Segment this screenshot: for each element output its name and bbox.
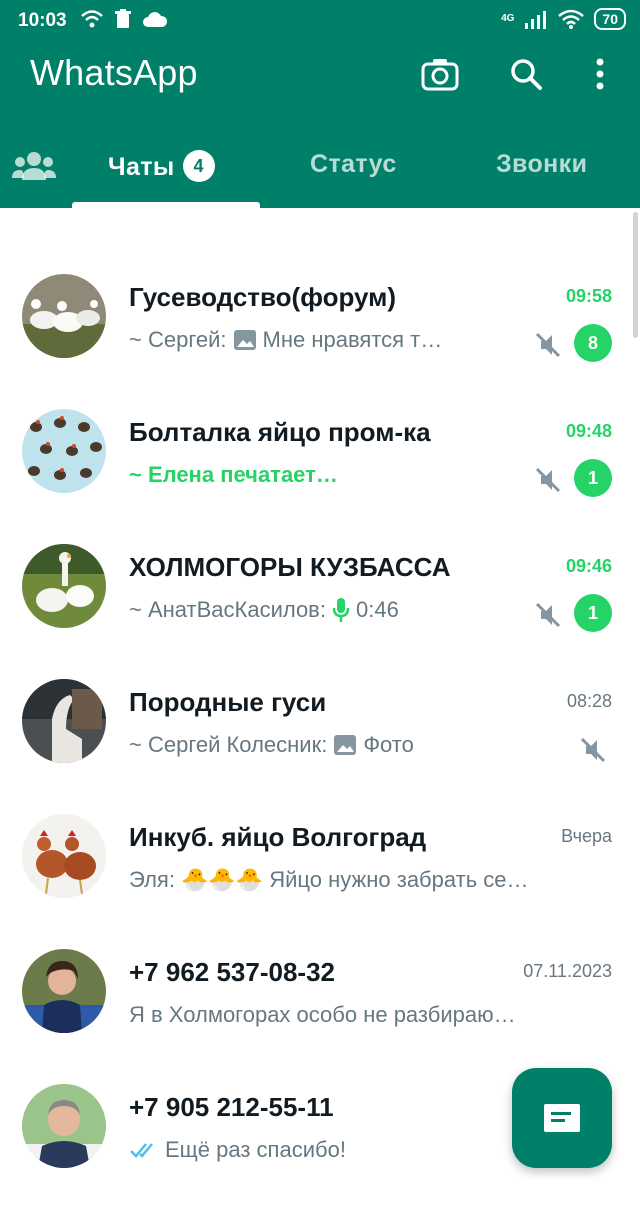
preview-text: Мне нравятся т… <box>262 327 443 352</box>
avatar <box>22 544 106 628</box>
preview-sender: Эля: <box>129 867 175 892</box>
chat-row[interactable]: Инкуб. яйцо Волгоград Вчера Эля: 🐣🐣🐣 Яйц… <box>0 800 640 935</box>
image-icon <box>233 330 256 350</box>
cloud-icon <box>143 12 168 27</box>
double-check-icon <box>130 1143 153 1158</box>
avatar <box>22 814 106 898</box>
active-tab-indicator <box>72 202 260 208</box>
chat-time: Вчера <box>561 826 612 846</box>
avatar <box>22 409 106 493</box>
tab-calls[interactable]: Звонки <box>496 150 587 179</box>
chat-time: 09:58 <box>565 286 612 306</box>
unread-count-badge: 8 <box>574 324 612 362</box>
chat-row[interactable]: ХОЛМОГОРЫ КУЗБАССА 09:46 ~ АнатВасКасило… <box>0 530 640 665</box>
muted-icon <box>535 467 561 493</box>
preview-text: 🐣🐣🐣 Яйцо нужно забрать се… <box>180 867 529 892</box>
chat-name: Гусеводство(форум) <box>129 282 397 312</box>
signal-icon <box>525 11 547 29</box>
tab-chats[interactable]: Чаты 4 <box>108 150 215 182</box>
preview-text: ~ Елена печатает… <box>129 462 338 487</box>
search-icon <box>511 59 542 90</box>
chat-preview: ~ Елена печатает… <box>129 462 338 488</box>
battery-indicator: 70 <box>594 8 626 30</box>
chat-time: 09:48 <box>565 421 612 441</box>
trash-icon <box>115 9 131 28</box>
avatar <box>22 679 106 763</box>
wifi-icon <box>558 9 585 29</box>
muted-icon <box>535 602 561 628</box>
chat-name: ХОЛМОГОРЫ КУЗБАССА <box>129 552 451 582</box>
chat-name: +7 962 537-08-32 <box>129 957 336 987</box>
chat-name: Инкуб. яйцо Волгоград <box>129 822 427 852</box>
avatar <box>22 1084 106 1168</box>
chat-name: Болталка яйцо пром-ка <box>129 417 431 447</box>
muted-icon <box>535 332 561 358</box>
preview-text: Я в Холмогорах особо не разбираю… <box>129 1002 516 1027</box>
status-bar: 10:03 4G 70 <box>0 0 640 44</box>
chat-time: 07.11.2023 <box>523 961 612 981</box>
status-time: 10:03 <box>18 10 67 31</box>
chat-preview: Ещё раз спасибо! <box>129 1137 346 1163</box>
chat-name: Породные гуси <box>129 687 327 717</box>
app-title: WhatsApp <box>30 52 198 93</box>
preview-sender: ~ Сергей: <box>129 327 227 352</box>
unread-count-badge: 1 <box>574 594 612 632</box>
avatar <box>22 274 106 358</box>
tab-status[interactable]: Статус <box>310 150 397 179</box>
camera-button[interactable] <box>420 54 460 94</box>
preview-text: Ещё раз спасибо! <box>165 1137 346 1162</box>
camera-icon <box>421 59 459 91</box>
preview-sender: ~ АнатВасКасилов: <box>129 597 326 622</box>
chat-preview: Я в Холмогорах особо не разбираю… <box>129 1002 516 1028</box>
network-type: 4G <box>501 13 515 24</box>
tab-chats-label: Чаты <box>108 153 175 181</box>
avatar <box>22 949 106 1033</box>
new-chat-icon <box>544 1104 580 1132</box>
chat-preview: ~ АнатВасКасилов: 0:46 <box>129 597 399 623</box>
wifi-call-icon <box>81 10 103 28</box>
chat-time: 09:46 <box>565 556 612 576</box>
unread-count-badge: 1 <box>574 459 612 497</box>
chat-preview: ~ Сергей Колесник: Фото <box>129 732 414 758</box>
new-chat-button[interactable] <box>512 1068 612 1168</box>
tab-communities[interactable] <box>12 150 56 185</box>
chat-row[interactable]: +7 962 537-08-32 07.11.2023 Я в Холмогор… <box>0 935 640 1070</box>
preview-text: Фото <box>363 732 414 757</box>
search-button[interactable] <box>506 54 546 94</box>
chat-row[interactable]: Болталка яйцо пром-ка 09:48 ~ Елена печа… <box>0 395 640 530</box>
muted-icon <box>580 737 606 763</box>
chat-row[interactable]: Гусеводство(форум) 09:58 ~ Сергей: Мне н… <box>0 260 640 395</box>
preview-text: 0:46 <box>355 597 399 622</box>
chat-time: 08:28 <box>566 691 612 711</box>
more-options-button[interactable] <box>580 54 620 94</box>
tab-bar: Чаты 4 Статус Звонки <box>0 140 640 208</box>
tab-chats-badge: 4 <box>182 150 215 182</box>
preview-sender: ~ Сергей Колесник: <box>129 732 328 757</box>
image-icon <box>334 735 357 755</box>
chat-row[interactable]: Породные гуси 08:28 ~ Сергей Колесник: Ф… <box>0 665 640 800</box>
mic-icon <box>332 598 350 622</box>
chat-preview: ~ Сергей: Мне нравятся т… <box>129 327 442 353</box>
top-app-bar: 10:03 4G 70 WhatsApp Чаты 4 Статус Звонки <box>0 0 640 208</box>
chat-name: +7 905 212-55-11 <box>129 1092 334 1122</box>
communities-icon <box>12 152 56 180</box>
chat-preview: Эля: 🐣🐣🐣 Яйцо нужно забрать се… <box>129 867 529 893</box>
more-vert-icon <box>596 58 604 90</box>
